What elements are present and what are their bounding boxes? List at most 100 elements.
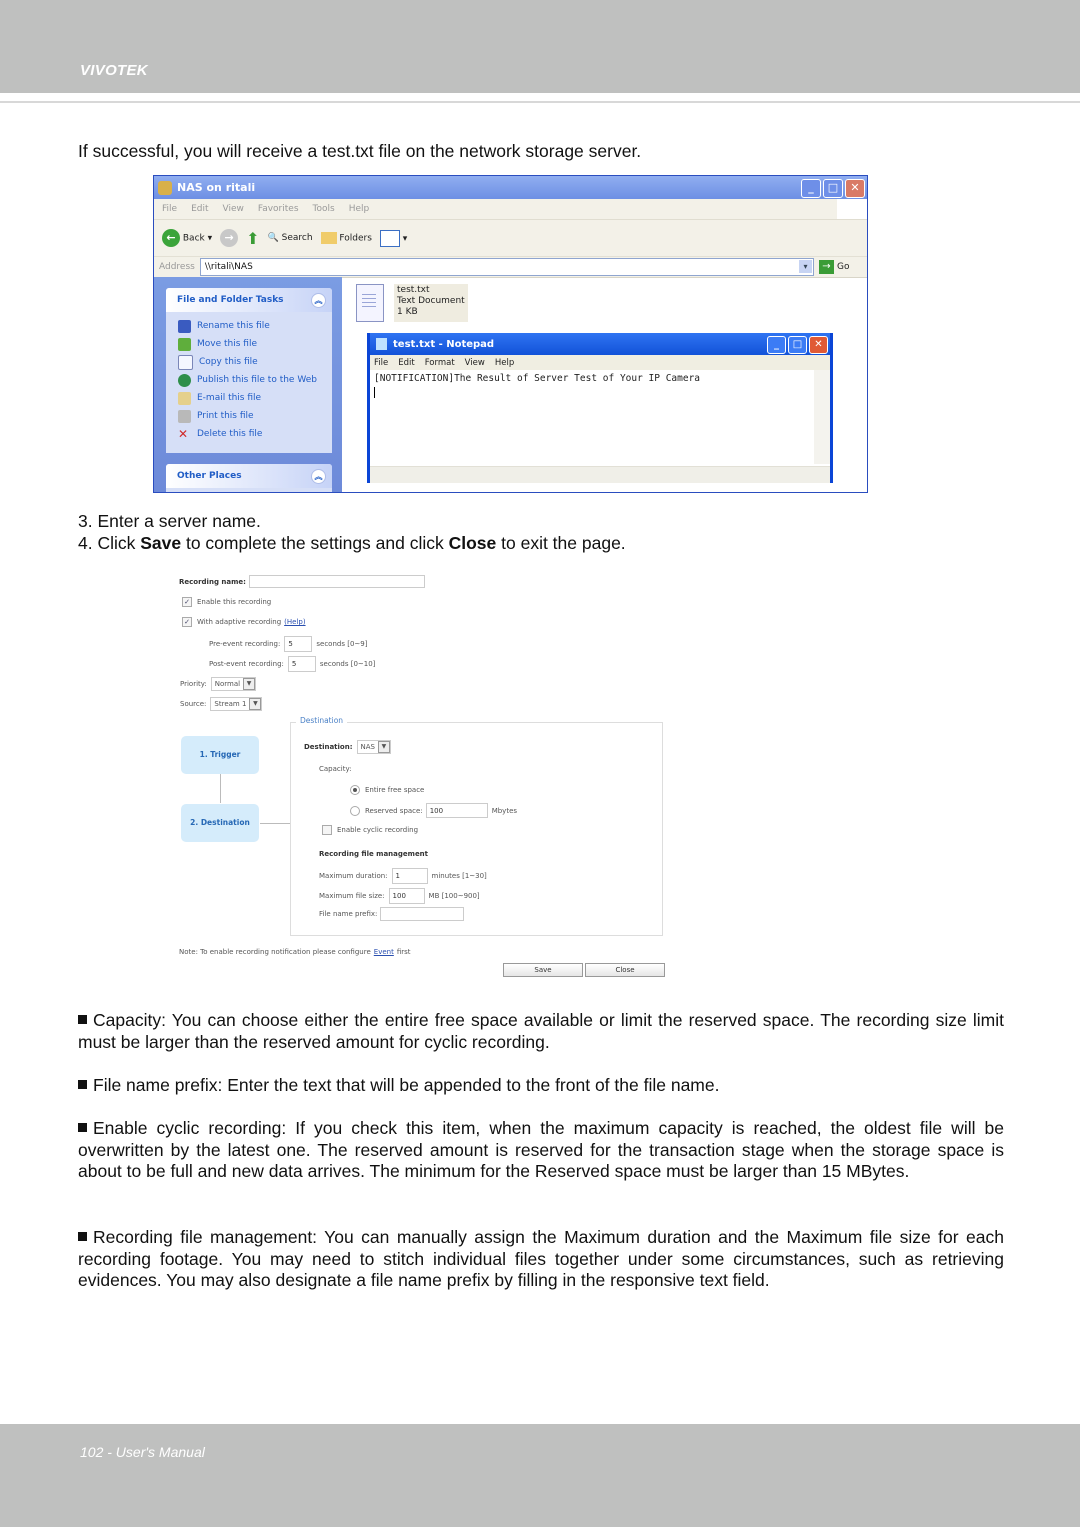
menu-format[interactable]: Format (425, 358, 455, 368)
menu-file[interactable]: File (374, 358, 388, 368)
post-event-input[interactable] (287, 656, 316, 672)
prefix-input[interactable] (380, 907, 465, 921)
close-button[interactable]: ✕ (809, 336, 828, 354)
menu-favorites[interactable]: Favorites (258, 204, 299, 214)
task-move[interactable]: Move this file (166, 335, 332, 353)
menu-view[interactable]: View (465, 358, 485, 368)
cyclic-recording-checkbox[interactable] (322, 825, 332, 835)
bullet-cyclic-recording: Enable cyclic recording: If you check th… (78, 1118, 1004, 1183)
page-header: VIVOTEK (0, 0, 1080, 93)
adaptive-recording-checkbox[interactable]: ✓ (182, 617, 192, 627)
go-label: Go (837, 262, 850, 272)
max-size-input[interactable] (388, 888, 425, 904)
notepad-menubar: File Edit Format View Help (370, 355, 830, 370)
folders-button[interactable]: Folders (320, 232, 372, 244)
maximize-button[interactable]: □ (788, 336, 807, 354)
file-name: test.txt (397, 285, 430, 295)
close-button[interactable]: ✕ (845, 179, 865, 198)
menu-help[interactable]: Help (495, 358, 514, 368)
step-4: 4. Click Save to complete the settings a… (78, 532, 626, 554)
bullet-icon (78, 1232, 87, 1241)
up-folder-icon[interactable]: ⬆ (246, 229, 259, 248)
panel-header[interactable]: File and Folder Tasks ︽ (166, 288, 332, 312)
chevron-down-icon[interactable]: ▾ (799, 260, 812, 273)
entire-free-space-radio[interactable] (350, 785, 360, 795)
bullet-text: Enable cyclic recording: If you check th… (78, 1118, 1004, 1181)
close-button[interactable]: Close (585, 963, 665, 977)
step-trigger[interactable]: 1. Trigger (181, 736, 259, 774)
intro-text: If successful, you will receive a test.t… (78, 141, 642, 161)
other-places-panel: Other Places ︽ (166, 464, 332, 492)
delete-icon: ✕ (178, 426, 189, 441)
bullet-icon (78, 1015, 87, 1024)
network-folder-icon (158, 180, 172, 195)
file-item-test-txt[interactable]: test.txt Text Document 1 KB (356, 284, 468, 322)
task-email[interactable]: E-mail this file (166, 389, 332, 407)
max-duration-input[interactable] (391, 868, 428, 884)
email-icon (178, 391, 191, 405)
minimize-button[interactable]: _ (767, 336, 786, 354)
step-4-save: Save (140, 533, 182, 553)
step-destination[interactable]: 2. Destination (181, 804, 259, 842)
enable-recording-checkbox[interactable]: ✓ (182, 597, 192, 607)
explorer-window-screenshot: NAS on ritali _ □ ✕ File Edit View Favor… (153, 175, 868, 493)
address-input[interactable]: \\ritali\NAS ▾ (199, 258, 814, 276)
back-button[interactable]: ← Back ▾ (162, 229, 212, 247)
task-copy[interactable]: Copy this file (166, 353, 332, 371)
save-button[interactable]: Save (503, 963, 583, 977)
folders-label: Folders (339, 233, 372, 244)
task-rename[interactable]: Rename this file (166, 317, 332, 335)
forward-button[interactable]: → (220, 229, 239, 247)
explorer-task-pane: File and Folder Tasks ︽ Rename this file… (154, 277, 342, 492)
back-label: Back (182, 233, 205, 244)
pre-event-input[interactable] (284, 636, 313, 652)
menu-tools[interactable]: Tools (313, 204, 335, 214)
notepad-window: test.txt - Notepad _ □ ✕ File Edit Forma… (367, 333, 833, 483)
bullet-icon (78, 1080, 87, 1089)
task-delete[interactable]: ✕ Delete this file (166, 425, 332, 443)
vertical-scrollbar[interactable] (814, 370, 830, 464)
back-arrow-icon: ← (162, 229, 180, 247)
horizontal-scrollbar[interactable] (370, 466, 830, 483)
destination-label: Destination: (304, 743, 353, 751)
recording-name-input[interactable] (248, 575, 425, 588)
views-button[interactable]: ▾ (379, 229, 407, 247)
task-print[interactable]: Print this file (166, 407, 332, 425)
chevron-down-icon: ▼ (249, 698, 262, 710)
priority-value: Normal (214, 680, 241, 688)
address-value: \\ritali\NAS (204, 262, 253, 272)
task-publish[interactable]: Publish this file to the Web (166, 371, 332, 389)
event-link[interactable]: Event (374, 948, 394, 956)
go-button[interactable]: → Go (814, 260, 867, 274)
collapse-icon[interactable]: ︽ (311, 293, 326, 308)
file-meta: test.txt Text Document 1 KB (394, 284, 468, 322)
menu-edit[interactable]: Edit (398, 358, 414, 368)
menu-view[interactable]: View (223, 204, 244, 214)
enable-recording-label: Enable this recording (197, 598, 272, 606)
menu-file[interactable]: File (162, 204, 177, 214)
source-select[interactable]: Stream 1 ▼ (210, 697, 263, 711)
destination-select[interactable]: NAS ▼ (356, 740, 391, 754)
menu-edit[interactable]: Edit (191, 204, 208, 214)
go-arrow-icon: → (819, 260, 834, 274)
explorer-titlebar: NAS on ritali _ □ ✕ (154, 176, 867, 199)
priority-label: Priority: (180, 680, 207, 688)
maximize-button[interactable]: □ (823, 179, 843, 198)
minimize-button[interactable]: _ (801, 179, 821, 198)
help-link[interactable]: (Help) (284, 618, 305, 626)
file-folder-tasks-panel: File and Folder Tasks ︽ Rename this file… (166, 288, 332, 453)
task-label: Delete this file (197, 429, 263, 439)
max-duration-unit: minutes [1~30] (431, 872, 487, 880)
views-icon (379, 229, 400, 247)
panel-header[interactable]: Other Places ︽ (166, 464, 332, 488)
notepad-text-area[interactable]: [NOTIFICATION]The Result of Server Test … (370, 370, 830, 483)
search-button[interactable]: 🔍 Search (268, 233, 313, 243)
priority-select[interactable]: Normal ▼ (210, 677, 257, 691)
reserved-space-input[interactable] (425, 803, 488, 818)
file-size: 1 KB (397, 307, 418, 317)
reserved-space-radio[interactable] (350, 805, 360, 816)
collapse-icon[interactable]: ︽ (311, 469, 326, 484)
menu-help[interactable]: Help (349, 204, 370, 214)
pre-event-unit: seconds [0~9] (316, 640, 368, 648)
explorer-toolbar: ← Back ▾ → ⬆ 🔍 Search Folders ▾ (154, 220, 867, 257)
